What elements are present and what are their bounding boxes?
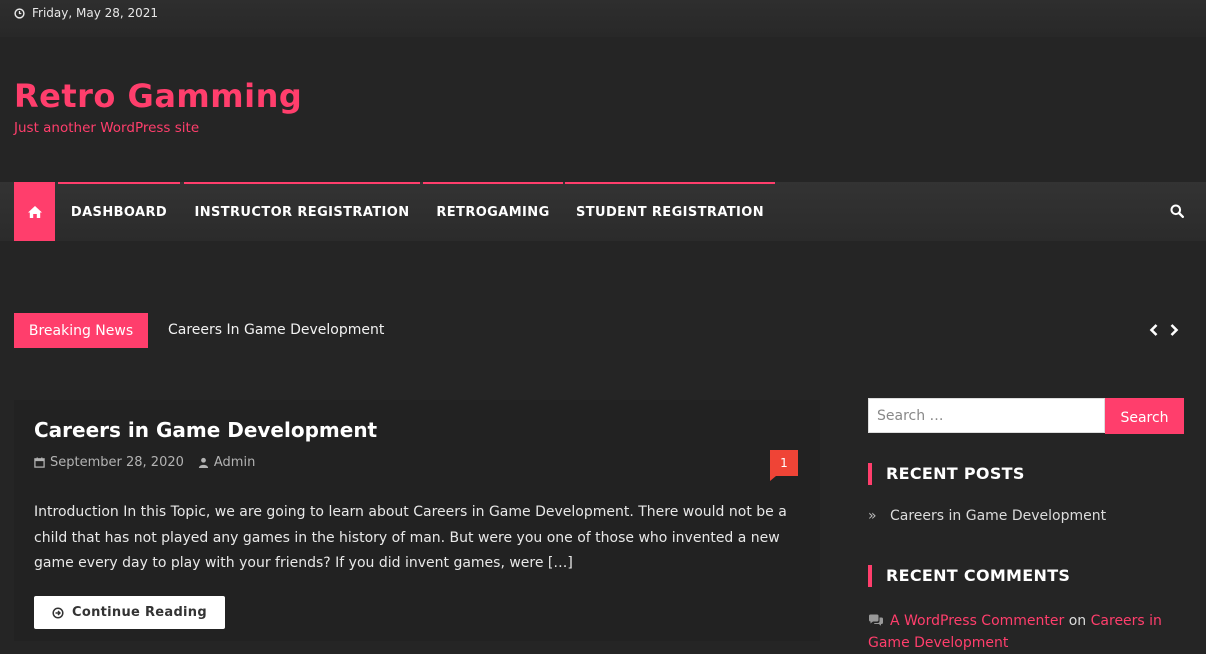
- arrow-circle-right-icon: [52, 606, 64, 619]
- post-date[interactable]: September 28, 2020: [50, 455, 184, 470]
- recent-comment-item: A WordPress Commenter on Careers in Game…: [868, 610, 1184, 654]
- breaking-news-ticker: Breaking News Careers In Game Developmen…: [14, 313, 1184, 348]
- calendar-icon: [34, 457, 45, 468]
- site-tagline: Just another WordPress site: [14, 120, 200, 136]
- post-author[interactable]: Admin: [214, 455, 255, 470]
- search-icon[interactable]: [1170, 204, 1184, 218]
- chevron-right-icon[interactable]: [1168, 323, 1180, 337]
- user-icon: [198, 457, 208, 468]
- continue-reading-label: Continue Reading: [72, 605, 207, 620]
- nav-item-student-registration[interactable]: STUDENT REGISTRATION: [565, 182, 775, 241]
- recent-post-item: » Careers in Game Development: [868, 508, 1106, 524]
- continue-reading-button[interactable]: Continue Reading: [34, 596, 225, 629]
- comment-count-badge[interactable]: 1: [770, 450, 798, 481]
- site-title[interactable]: Retro Gamming: [14, 76, 302, 116]
- post-excerpt: Introduction In this Topic, we are going…: [34, 504, 787, 571]
- recent-post-link[interactable]: Careers in Game Development: [890, 508, 1106, 524]
- top-bar: Friday, May 28, 2021: [0, 0, 1206, 37]
- home-button[interactable]: [14, 182, 55, 241]
- ticker-headline[interactable]: Careers In Game Development: [168, 322, 384, 338]
- comment-author-link[interactable]: A WordPress Commenter: [890, 613, 1064, 629]
- comments-icon: [869, 614, 883, 626]
- nav-item-dashboard[interactable]: DASHBOARD: [58, 182, 180, 241]
- main-navigation: DASHBOARD INSTRUCTOR REGISTRATION RETROG…: [0, 182, 1206, 241]
- comment-connector: on: [1068, 613, 1087, 629]
- post-title[interactable]: Careers in Game Development: [34, 418, 377, 442]
- nav-item-retrogaming[interactable]: RETROGAMING: [423, 182, 563, 241]
- nav-item-instructor-registration[interactable]: INSTRUCTOR REGISTRATION: [184, 182, 420, 241]
- search-button[interactable]: Search: [1105, 398, 1184, 434]
- home-icon: [27, 205, 42, 218]
- post-card: Careers in Game Development September 28…: [14, 400, 820, 641]
- clock-icon: [14, 7, 25, 19]
- post-meta: September 28, 2020 Admin: [34, 455, 255, 470]
- recent-posts-heading: RECENT POSTS: [868, 463, 1025, 485]
- chevron-left-icon[interactable]: [1148, 323, 1160, 337]
- recent-comments-heading: RECENT COMMENTS: [868, 565, 1070, 587]
- search-input[interactable]: [868, 398, 1105, 433]
- double-chevron-right-icon: »: [868, 508, 877, 524]
- current-date: Friday, May 28, 2021: [32, 6, 159, 20]
- breaking-news-label: Breaking News: [14, 313, 148, 348]
- date-display: Friday, May 28, 2021: [14, 6, 158, 20]
